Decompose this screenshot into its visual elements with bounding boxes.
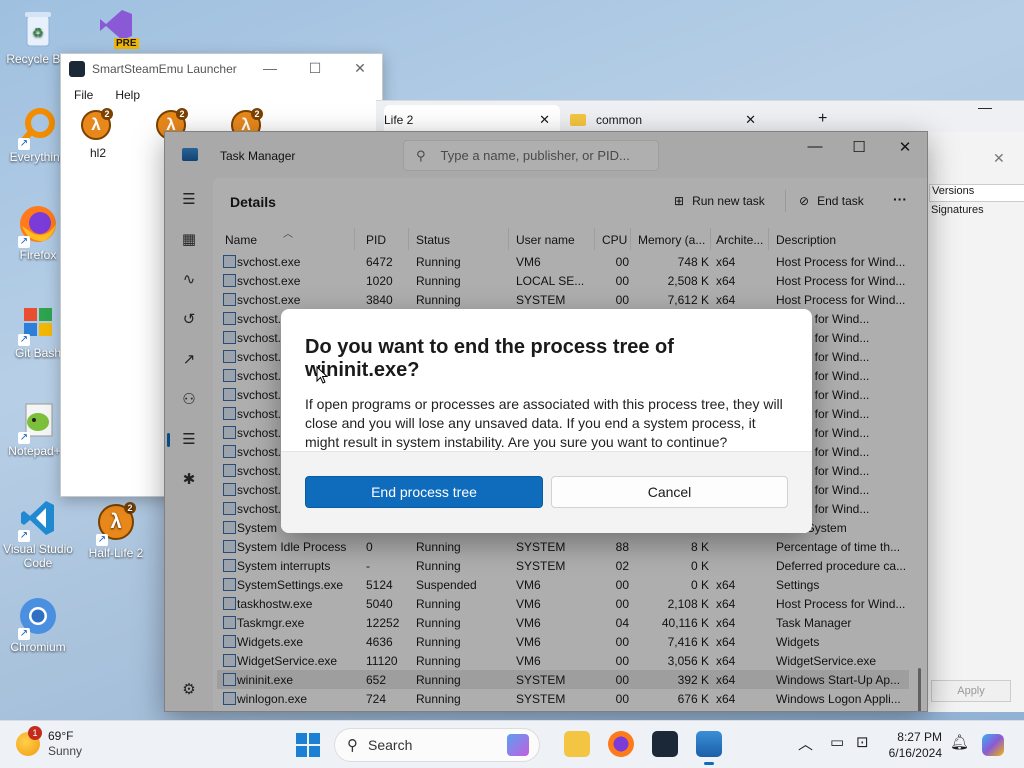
weather-widget[interactable]: 1 69°F Sunny — [16, 726, 83, 759]
tab-versions[interactable]: Versions — [929, 184, 1024, 202]
chevron-up-icon[interactable]: ︿ — [798, 733, 813, 754]
maximize-icon[interactable]: ☐ — [300, 60, 330, 77]
clock-time: 8:27 PM — [897, 730, 942, 744]
weather-temperature: 69°F — [48, 729, 74, 743]
shortcut-arrow-icon: ↗ — [18, 236, 30, 248]
mouse-cursor-icon — [316, 366, 328, 384]
pre-badge: PRE — [114, 38, 139, 49]
display-icon[interactable]: ▭ — [830, 733, 844, 751]
taskbar-search-box[interactable]: ⚲ Search — [334, 728, 540, 762]
system-clock[interactable]: 8:27 PM 6/16/2024 — [880, 729, 942, 761]
clock-date: 6/16/2024 — [888, 746, 942, 760]
visual-studio-preview-icon: PRE — [94, 4, 139, 49]
windows-logo-icon — [296, 733, 307, 744]
background-properties-window: ✕ Versions Signatures Apply — [926, 132, 1024, 712]
new-tab-icon[interactable]: + — [818, 110, 827, 128]
network-icon[interactable]: ⊡ — [856, 733, 869, 751]
folder-icon — [570, 114, 586, 126]
shortcut-arrow-icon: ↗ — [18, 138, 30, 150]
minimize-icon[interactable]: — — [978, 99, 992, 115]
smartsteamemu-taskbar-icon[interactable] — [652, 731, 678, 757]
recycle-bin-icon: ♻ — [16, 6, 60, 50]
tab-label: common — [596, 113, 643, 127]
search-icon: ⚲ — [347, 737, 358, 754]
desktop-icon-half-life-2[interactable]: λ2 ↗ Half-Life 2 — [78, 500, 154, 560]
firefox-taskbar-icon[interactable] — [608, 731, 634, 757]
desktop-icon-chromium[interactable]: ↗ Chromium — [0, 594, 76, 654]
dialog-message: If open programs or processes are associ… — [305, 396, 783, 450]
desktop-icon-visual-studio-preview[interactable]: PRE — [78, 4, 154, 50]
copilot-icon[interactable] — [982, 734, 1004, 756]
shortcut-arrow-icon: ↗ — [18, 432, 30, 444]
background-tab-strip: Life 2 ✕ common ✕ + — — [376, 99, 1024, 135]
dialog-title: Do you want to end the process tree of w… — [305, 336, 674, 381]
sse-title-bar[interactable]: SmartSteamEmu Launcher — ☐ ✕ — [61, 54, 382, 84]
svg-text:♻: ♻ — [32, 25, 44, 40]
taskbar: 1 69°F Sunny ⚲ Search ︿ ▭ ⊡ 8:27 PM 6/16… — [0, 720, 1024, 768]
desktop-icon-label: Chromium — [10, 640, 66, 654]
close-icon[interactable]: ✕ — [745, 112, 756, 128]
game-label: hl2 — [89, 146, 106, 160]
close-icon[interactable]: ✕ — [345, 60, 375, 77]
tab-label: Life 2 — [384, 113, 414, 127]
half-life-2-icon: λ2 — [81, 108, 113, 140]
apply-button[interactable]: Apply — [931, 680, 1011, 702]
shortcut-arrow-icon: ↗ — [96, 534, 108, 546]
sse-menu-bar: File Help — [61, 84, 382, 106]
weather-sun-icon: 1 — [16, 726, 42, 756]
weather-condition: Sunny — [48, 744, 83, 758]
shortcut-arrow-icon: ↗ — [18, 628, 30, 640]
vscode-icon: ↗ — [16, 496, 60, 542]
everything-search-icon: ↗ — [16, 104, 60, 150]
close-icon[interactable]: ✕ — [993, 150, 1005, 167]
steam-app-icon — [69, 61, 85, 77]
game-item-hl2[interactable]: λ2 hl2 — [81, 108, 115, 160]
desktop-icon-vscode[interactable]: ↗ Visual Studio Code — [0, 496, 76, 570]
minimize-icon[interactable]: — — [255, 60, 285, 76]
menu-help[interactable]: Help — [115, 88, 140, 102]
desktop-icon-label: Visual Studio Code — [3, 542, 73, 570]
menu-file[interactable]: File — [74, 88, 93, 102]
task-manager-taskbar-icon[interactable] — [696, 731, 722, 765]
start-button[interactable] — [296, 733, 320, 757]
close-icon[interactable]: ✕ — [539, 112, 550, 128]
firefox-icon: ↗ — [16, 202, 60, 248]
end-process-tree-button[interactable]: End process tree — [305, 476, 543, 508]
tab-signatures[interactable]: Signatures — [929, 204, 984, 216]
taskbar-search-label: Search — [368, 737, 413, 753]
file-explorer-icon[interactable] — [564, 731, 590, 757]
search-highlight-icon — [507, 734, 529, 756]
half-life-2-icon: λ2 ↗ — [94, 500, 138, 546]
sse-window-title: SmartSteamEmu Launcher — [92, 62, 237, 76]
git-bash-icon: ↗ — [16, 300, 60, 346]
shortcut-arrow-icon: ↗ — [18, 334, 30, 346]
shortcut-arrow-icon: ↗ — [18, 530, 30, 542]
cancel-button[interactable]: Cancel — [551, 476, 788, 508]
notification-bell-icon[interactable]: 🔔︎ — [950, 733, 969, 751]
dialog-footer: End process tree Cancel — [281, 451, 812, 533]
notepad-plus-plus-icon: ↗ — [16, 398, 60, 444]
end-process-tree-dialog: Do you want to end the process tree of w… — [281, 309, 812, 533]
chromium-icon: ↗ — [16, 594, 60, 640]
desktop-icon-label: Half-Life 2 — [88, 546, 144, 560]
notification-badge: 1 — [28, 726, 42, 740]
